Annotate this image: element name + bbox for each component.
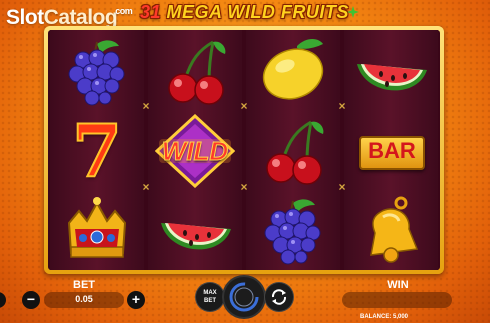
cherries-icon (168, 40, 226, 105)
reel-separator-icon: × (142, 180, 150, 194)
win-label: WIN (387, 279, 409, 291)
game-title-text: MEGA WILD FRUITS (166, 2, 349, 22)
bell-icon (370, 196, 419, 263)
reel-3 (246, 30, 340, 270)
win-display (342, 292, 452, 308)
wild-symbol: WILD (155, 114, 235, 188)
lemon-icon (262, 39, 324, 100)
game-title: 31 MEGA WILD FRUITS (140, 2, 349, 23)
reel-2: WILD (148, 30, 242, 270)
max-bet-button[interactable]: MAX BET (196, 283, 224, 311)
autoplay-button[interactable] (265, 283, 293, 311)
bar-symbol: BAR (351, 114, 431, 188)
reel-separator-icon: × (338, 99, 346, 113)
spin-icon (229, 282, 259, 312)
crown-icon (67, 197, 127, 258)
game-title-number: 31 (140, 2, 162, 22)
grapes-icon (264, 199, 321, 265)
watermelon-icon (161, 223, 231, 250)
reel-separator-icon: × (240, 180, 248, 194)
cherries-icon (266, 120, 324, 185)
max-bet-label-1: MAX (203, 290, 217, 296)
bet-label: BET (73, 279, 95, 291)
autoplay-icon (271, 289, 287, 305)
bet-decrease-button[interactable]: − (22, 291, 40, 309)
balance-text: BALANCE: 5,000 (360, 314, 409, 320)
reels-area: 7 WILD BAR × × × × × × (48, 30, 440, 270)
reel-4: BAR (344, 30, 438, 270)
wild-label: WILD (161, 136, 229, 167)
grapes-icon (68, 40, 125, 106)
reel-separator-icon: × (142, 99, 150, 113)
reel-separator-icon: × (240, 99, 248, 113)
reel-1: 7 (50, 30, 144, 270)
spin-button[interactable] (224, 277, 264, 317)
reel-separator-icon: × (338, 180, 346, 194)
bar-label: BAR (368, 138, 416, 163)
watermelon-icon (357, 64, 427, 91)
seven-symbol: 7 (71, 108, 123, 193)
bet-increase-button[interactable]: + (127, 291, 145, 309)
bet-value: 0.05 (75, 294, 93, 304)
max-bet-label-2: BET (204, 298, 216, 304)
